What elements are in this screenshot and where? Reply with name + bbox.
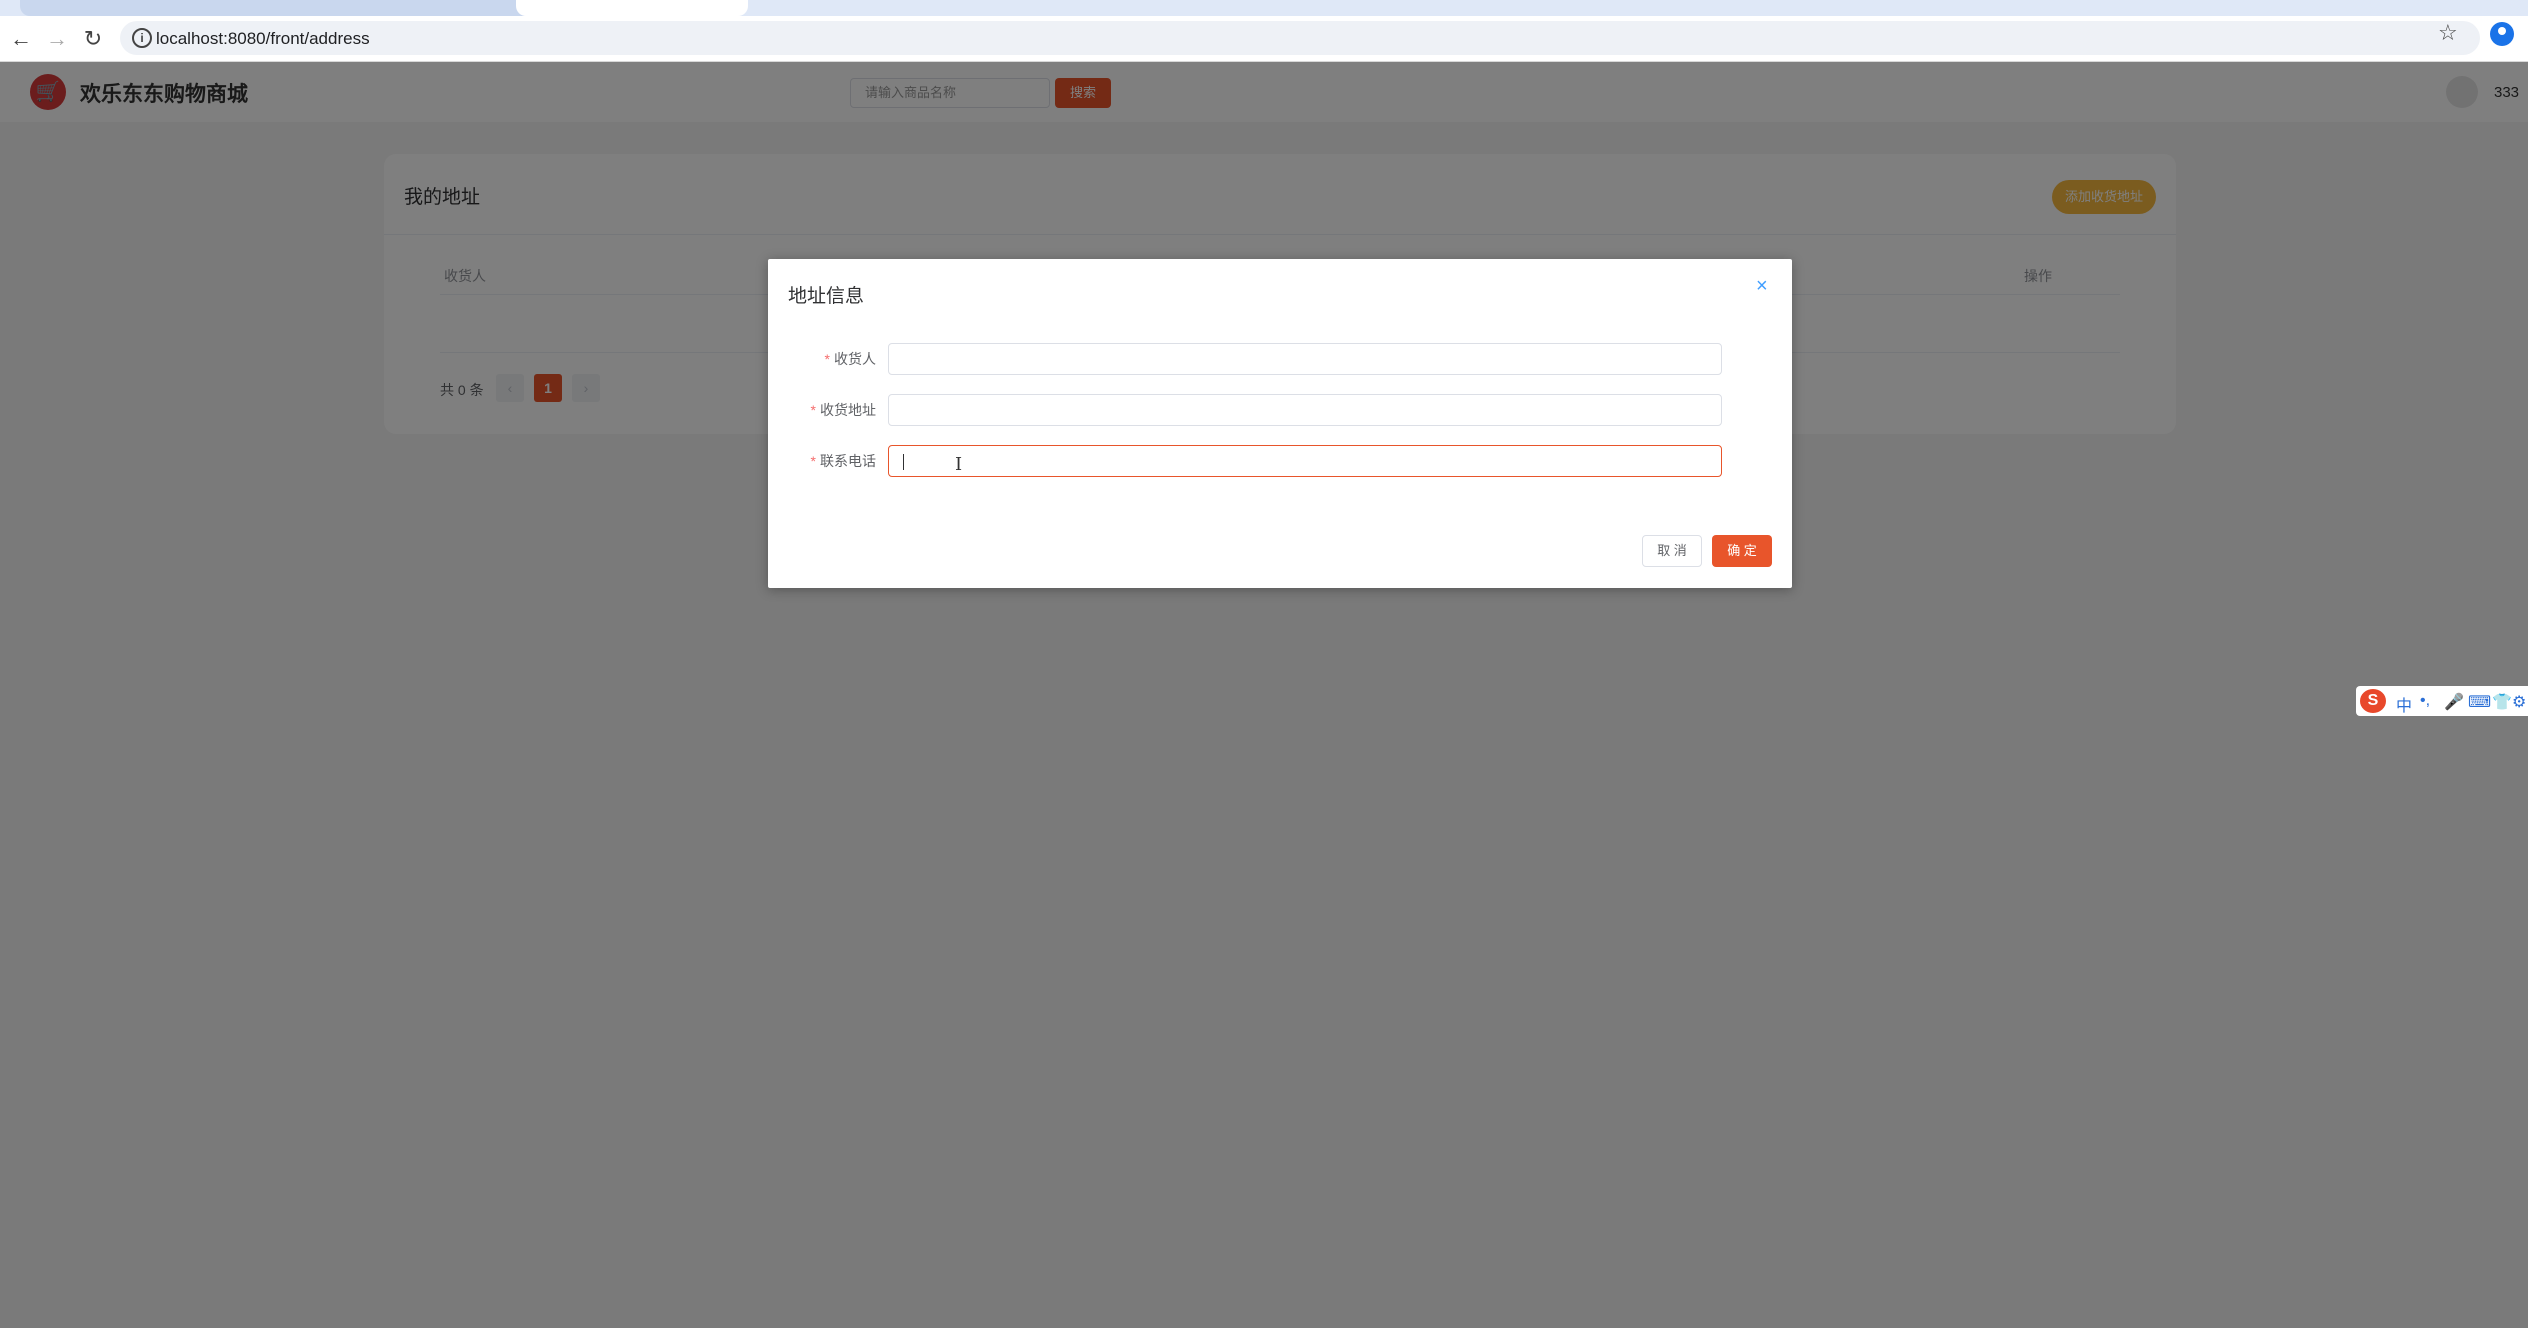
address-dialog: 地址信息 × * 收货人 * 收货地址 * 联系电话 I 取 消 确 定 bbox=[768, 259, 1792, 588]
bookmark-star-icon[interactable]: ☆ bbox=[2438, 20, 2458, 46]
ime-skin-icon[interactable]: 👕 bbox=[2492, 692, 2512, 712]
url-text[interactable]: localhost:8080/front/address bbox=[156, 29, 370, 49]
modal-overlay[interactable] bbox=[0, 62, 2528, 1328]
reload-icon[interactable]: ↻ bbox=[80, 26, 106, 52]
ime-voice-icon[interactable]: 🎤 bbox=[2444, 692, 2464, 712]
confirm-button[interactable]: 确 定 bbox=[1712, 535, 1772, 567]
receiver-field[interactable] bbox=[888, 343, 1722, 375]
browser-tab-3[interactable] bbox=[516, 0, 748, 16]
receiver-label: * 收货人 bbox=[824, 351, 876, 367]
phone-label: * 联系电话 bbox=[810, 453, 876, 469]
dialog-title: 地址信息 bbox=[788, 286, 865, 307]
ime-punctuation-icon[interactable]: •, bbox=[2420, 692, 2430, 710]
forward-icon[interactable]: → bbox=[44, 26, 70, 52]
phone-field[interactable]: I bbox=[888, 445, 1722, 477]
address-field[interactable] bbox=[888, 394, 1722, 426]
address-label: * 收货地址 bbox=[810, 402, 876, 418]
text-cursor-icon: I bbox=[955, 454, 963, 475]
site-info-icon[interactable]: i bbox=[132, 28, 152, 48]
sogou-ime-icon[interactable]: S bbox=[2360, 689, 2386, 713]
ime-toolbar: S 中 •, 🎤 ⌨ 👕 ⚙ bbox=[2356, 686, 2528, 716]
back-icon[interactable]: ← bbox=[8, 26, 34, 52]
address-bar[interactable]: i localhost:8080/front/address bbox=[120, 21, 2480, 55]
cancel-button[interactable]: 取 消 bbox=[1642, 535, 1702, 567]
profile-icon[interactable] bbox=[2490, 22, 2514, 46]
ime-keyboard-icon[interactable]: ⌨ bbox=[2468, 692, 2491, 712]
browser-tabstrip bbox=[0, 0, 2528, 16]
ime-chinese-mode[interactable]: 中 bbox=[2396, 692, 2412, 716]
browser-toolbar: ← → ↻ i localhost:8080/front/address bbox=[0, 16, 2528, 62]
text-caret bbox=[903, 454, 904, 470]
ime-settings-icon[interactable]: ⚙ bbox=[2512, 692, 2526, 712]
browser-tab-2[interactable] bbox=[270, 0, 540, 16]
close-icon[interactable]: × bbox=[1756, 275, 1768, 298]
